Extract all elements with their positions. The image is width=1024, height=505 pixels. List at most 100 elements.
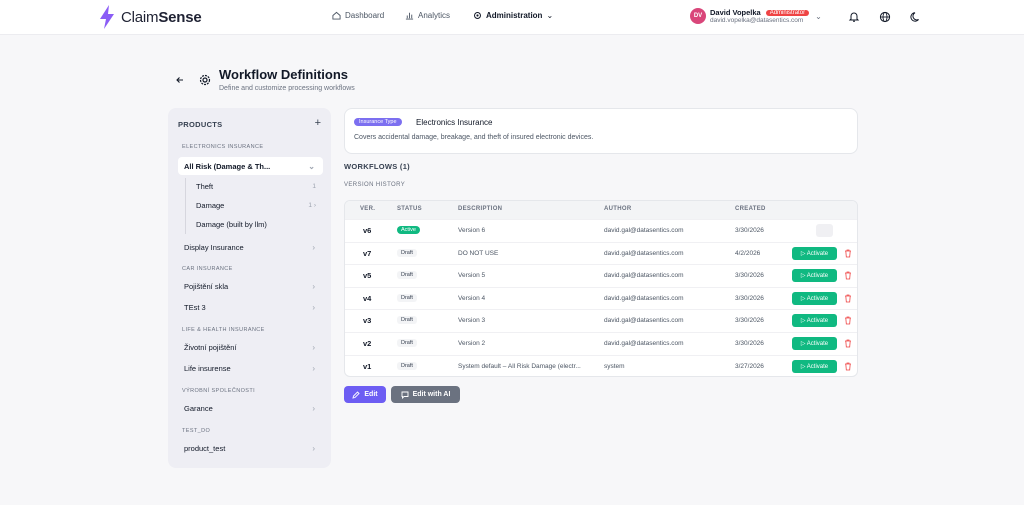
section-label: LIFE & HEALTH INSURANCE: [182, 327, 265, 333]
table-row[interactable]: v6 Active Version 6 david.gal@datasentic…: [345, 219, 857, 242]
chevron-right-icon: ›: [312, 342, 315, 352]
trash-icon[interactable]: [844, 362, 852, 371]
activate-button[interactable]: ▷ Activate: [792, 291, 837, 305]
version-cell: v7: [363, 248, 372, 258]
table-row[interactable]: v5 Draft Version 5 david.gal@datasentics…: [345, 264, 857, 287]
user-name: David Vopelka: [710, 8, 761, 17]
chevron-right-icon: ›: [312, 242, 315, 252]
status-badge: Draft: [397, 361, 417, 370]
user-menu[interactable]: DV David Vopelka Administrator david.vope…: [690, 8, 822, 24]
insurance-name: Electronics Insurance: [416, 118, 493, 127]
sidebar-item-garance[interactable]: Garance ›: [178, 399, 323, 417]
logo[interactable]: ClaimSense: [97, 4, 202, 30]
back-arrow-icon[interactable]: [175, 75, 185, 85]
nav-analytics[interactable]: Analytics: [405, 11, 450, 20]
table-row[interactable]: v1 Draft System default – All Risk Damag…: [345, 354, 857, 376]
chevron-down-icon: ⌄: [308, 161, 315, 171]
sidebar-sub-theft[interactable]: Theft 1: [190, 178, 320, 195]
sidebar-item-product-test[interactable]: product_test ›: [178, 439, 323, 457]
nav-dashboard[interactable]: Dashboard: [332, 11, 384, 20]
col-ver: VER.: [360, 206, 376, 212]
sidebar-item-pojisteni-skla[interactable]: Pojištění skla ›: [178, 277, 323, 295]
author-cell: system: [604, 362, 625, 370]
author-cell: david.gal@datasentics.com: [604, 272, 684, 280]
col-status: STATUS: [397, 206, 422, 212]
products-heading: PRODUCTS: [178, 120, 223, 129]
avatar: DV: [690, 8, 706, 24]
description-cell: Version 4: [458, 294, 486, 302]
description-cell: System default – All Risk Damage (electr…: [458, 362, 581, 370]
activate-button[interactable]: ▷ Activate: [792, 246, 837, 260]
sidebar-sub-damage[interactable]: Damage 1 ›: [190, 197, 320, 214]
home-icon: [332, 11, 341, 20]
chevron-right-icon: ›: [312, 281, 315, 291]
sidebar-item-life[interactable]: Life insurense ›: [178, 359, 323, 377]
chevron-right-icon: ›: [312, 403, 315, 413]
chevron-right-icon: ›: [312, 443, 315, 453]
section-label: TEST_DO: [182, 428, 211, 434]
insurance-description: Covers accidental damage, breakage, and …: [354, 134, 594, 141]
version-history-heading: VERSION HISTORY: [344, 182, 406, 188]
chevron-down-icon: ⌄: [815, 11, 822, 21]
activate-button[interactable]: ▷ Activate: [792, 337, 837, 350]
edit-button[interactable]: Edit: [344, 386, 386, 403]
table-row[interactable]: v2 Draft Version 2 david.gal@datasentics…: [345, 332, 857, 355]
author-cell: david.gal@datasentics.com: [604, 317, 684, 325]
top-bar: ClaimSense Dashboard Analytics Administr…: [0, 0, 1024, 35]
chevron-down-icon: ⌄: [546, 11, 554, 20]
sidebar-item-all-risk[interactable]: All Risk (Damage & Th... ⌄: [178, 157, 323, 175]
version-cell: v5: [363, 271, 372, 281]
section-label: ELECTRONICS INSURANCE: [182, 144, 264, 150]
edit-with-ai-button[interactable]: Edit with AI: [391, 386, 460, 403]
sidebar-sub-damage-llm[interactable]: Damage (built by llm): [190, 216, 320, 233]
status-badge: Draft: [397, 293, 417, 302]
created-cell: 3/30/2026: [735, 272, 764, 280]
sidebar-item-test3[interactable]: TEst 3 ›: [178, 298, 323, 316]
description-cell: Version 6: [458, 227, 486, 234]
table-header: VER. STATUS DESCRIPTION AUTHOR CREATED: [345, 201, 857, 219]
status-badge: Draft: [397, 271, 417, 280]
version-cell: v3: [363, 316, 372, 326]
table-row[interactable]: v3 Draft Version 3 david.gal@datasentics…: [345, 309, 857, 332]
status-badge: Draft: [397, 248, 417, 257]
col-author: AUTHOR: [604, 206, 632, 212]
add-product-icon[interactable]: +: [315, 117, 321, 129]
page-subtitle: Define and customize processing workflow…: [219, 85, 355, 92]
sidebar-item-zivotni[interactable]: Životní pojištění ›: [178, 338, 323, 356]
description-cell: Version 5: [458, 272, 486, 280]
role-badge: Administrator: [765, 9, 810, 16]
table-row[interactable]: v7 Draft DO NOT USE david.gal@datasentic…: [345, 241, 857, 265]
activate-button[interactable]: ▷ Activate: [792, 314, 837, 328]
table-row[interactable]: v4 Draft Version 4 david.gal@datasentics…: [345, 286, 857, 310]
trash-icon[interactable]: [844, 316, 852, 325]
version-cell: v2: [363, 339, 372, 348]
bell-icon[interactable]: [848, 11, 860, 23]
author-cell: david.gal@datasentics.com: [604, 294, 684, 302]
col-description: DESCRIPTION: [458, 206, 503, 212]
activate-button[interactable]: ▷ Activate: [792, 269, 837, 283]
created-cell: 3/30/2026: [735, 227, 764, 234]
description-cell: DO NOT USE: [458, 249, 499, 257]
globe-icon[interactable]: [879, 11, 891, 23]
gear-icon: [199, 74, 211, 86]
workflows-heading: WORKFLOWS (1): [344, 162, 410, 171]
nav-administration[interactable]: Administration ⌄: [473, 11, 553, 20]
version-cell: v6: [363, 226, 372, 235]
activate-button-disabled: [816, 224, 833, 237]
col-created: CREATED: [735, 206, 766, 212]
version-cell: v4: [363, 293, 372, 303]
trash-icon[interactable]: [844, 271, 852, 280]
tree-line: [185, 178, 186, 234]
trash-icon[interactable]: [844, 249, 852, 258]
trash-icon[interactable]: [844, 339, 852, 348]
insurance-type-badge: Insurance Type: [354, 118, 402, 126]
pencil-icon: [352, 390, 361, 399]
version-cell: v1: [363, 361, 372, 371]
sidebar-item-display-insurance[interactable]: Display Insurance ›: [178, 238, 323, 256]
count: 1: [312, 183, 316, 190]
activate-button[interactable]: ▷ Activate: [792, 359, 837, 373]
version-table: VER. STATUS DESCRIPTION AUTHOR CREATED v…: [344, 200, 858, 377]
trash-icon[interactable]: [844, 294, 852, 303]
created-cell: 4/2/2026: [735, 249, 761, 257]
moon-icon[interactable]: [910, 11, 922, 23]
